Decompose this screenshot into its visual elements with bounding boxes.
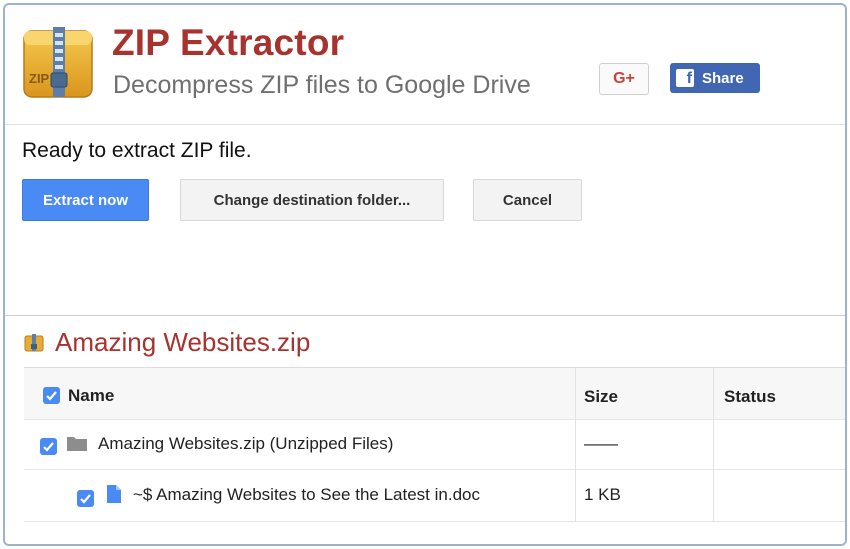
- change-destination-button[interactable]: Change destination folder...: [180, 179, 444, 221]
- app-window: ZIP ZIP Extractor Decompress ZIP files t…: [3, 3, 847, 546]
- column-header-size[interactable]: Size: [584, 387, 618, 407]
- column-separator: [713, 368, 714, 522]
- file-name: ~$ Amazing Websites to See the Latest in…: [133, 485, 480, 504]
- app-subtitle: Decompress ZIP files to Google Drive: [113, 71, 531, 99]
- archive-name-heading: Amazing Websites.zip: [55, 327, 311, 357]
- column-header-status[interactable]: Status: [724, 387, 776, 407]
- app-header: ZIP ZIP Extractor Decompress ZIP files t…: [5, 5, 845, 125]
- checkmark-icon: [46, 391, 57, 401]
- file-size: 1 KB: [584, 485, 621, 504]
- zip-archive-logo-icon: ZIP: [21, 23, 95, 101]
- cancel-button[interactable]: Cancel: [473, 179, 582, 221]
- facebook-share-button[interactable]: f Share: [670, 63, 760, 93]
- row-checkbox[interactable]: [40, 438, 57, 455]
- checkmark-icon: [80, 494, 91, 504]
- section-divider: [5, 315, 845, 316]
- facebook-share-label: Share: [702, 69, 744, 87]
- select-all-checkbox[interactable]: [43, 387, 60, 404]
- checkmark-icon: [43, 442, 54, 452]
- file-size: ——: [584, 434, 618, 453]
- table-row[interactable]: Amazing Websites.zip (Unzipped Files) ——: [24, 420, 845, 470]
- file-table: Name Size Status Amazing Websites.zip (U…: [24, 367, 845, 544]
- table-header-row: Name Size Status: [24, 368, 845, 420]
- google-plus-label: G+: [613, 70, 635, 87]
- table-row[interactable]: ~$ Amazing Websites to See the Latest in…: [24, 470, 845, 522]
- status-message: Ready to extract ZIP file.: [22, 139, 252, 162]
- app-title: ZIP Extractor: [112, 22, 345, 63]
- svg-text:ZIP: ZIP: [29, 71, 50, 86]
- header-divider: [5, 124, 845, 125]
- column-header-name[interactable]: Name: [68, 386, 114, 406]
- zip-file-icon: [24, 333, 44, 353]
- row-checkbox[interactable]: [77, 490, 94, 507]
- extract-now-button[interactable]: Extract now: [22, 179, 149, 221]
- column-separator: [575, 368, 576, 522]
- facebook-icon: f: [676, 69, 694, 87]
- file-name: Amazing Websites.zip (Unzipped Files): [98, 434, 394, 453]
- folder-icon: [66, 435, 88, 452]
- document-icon: [106, 484, 122, 504]
- google-plus-button[interactable]: G+: [599, 63, 649, 95]
